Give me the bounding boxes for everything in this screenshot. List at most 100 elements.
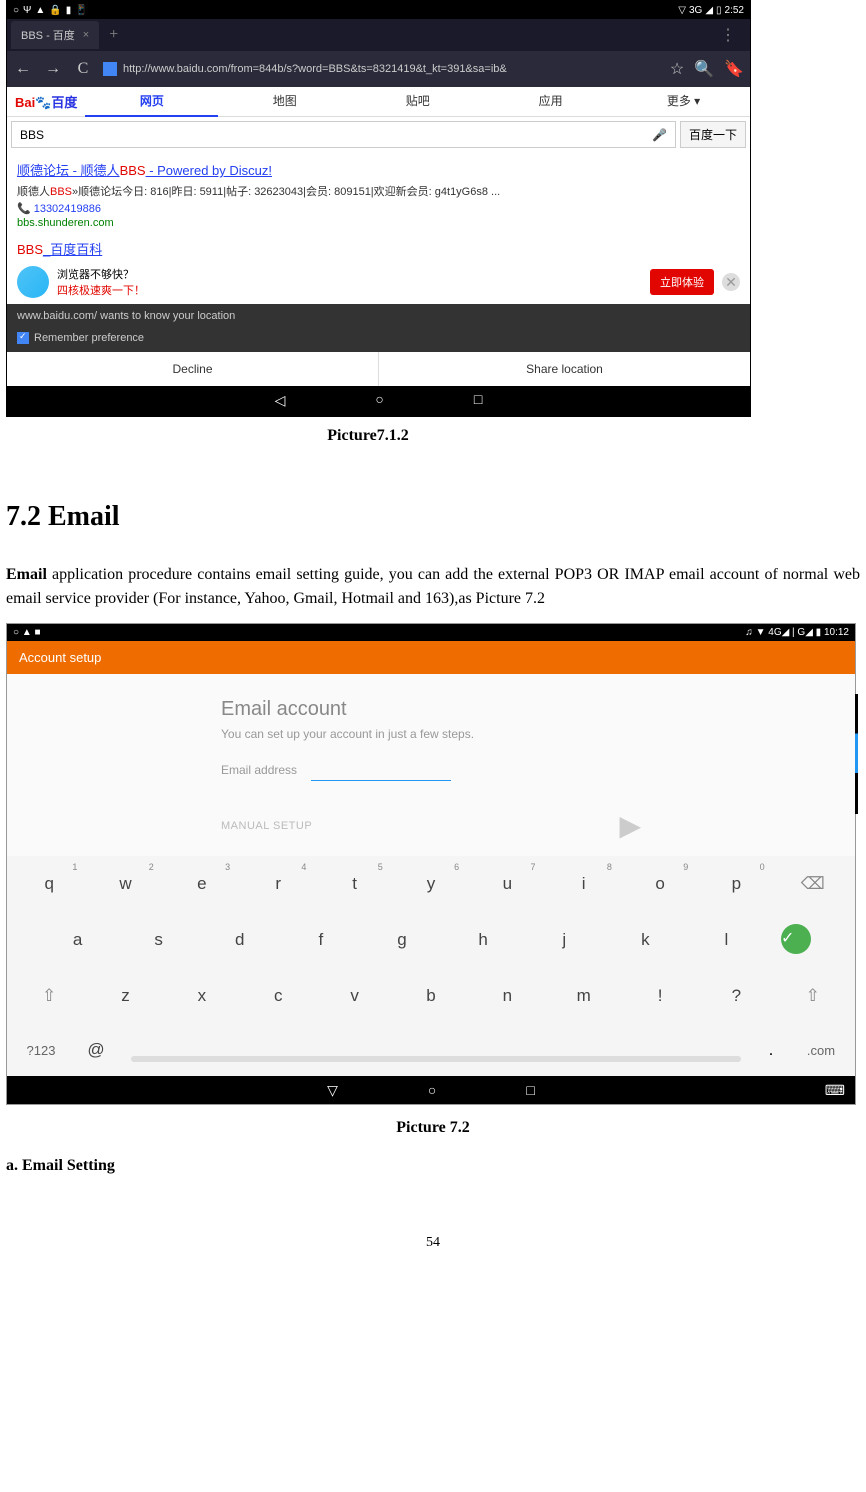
- search-value: BBS: [20, 128, 44, 142]
- tab-close-icon[interactable]: ×: [83, 29, 89, 41]
- keyboard: 1q 2w 3e 4r 5t 6y 7u 8i 9o 0p ⌫ a s d f …: [7, 856, 855, 1076]
- email-card: Email account You can set up your accoun…: [221, 698, 641, 842]
- baidu-search-input[interactable]: BBS 🎤: [11, 121, 676, 148]
- key-q[interactable]: 1q: [13, 862, 85, 906]
- key-z[interactable]: z: [89, 974, 161, 1018]
- key-h[interactable]: h: [445, 918, 522, 962]
- key-l[interactable]: l: [688, 918, 765, 962]
- key-space[interactable]: [131, 1056, 741, 1062]
- key-k[interactable]: k: [607, 918, 684, 962]
- nav-apps[interactable]: 应用: [484, 86, 617, 117]
- nav-recent-icon-2[interactable]: □: [526, 1082, 534, 1098]
- key-question[interactable]: ?: [700, 974, 772, 1018]
- search-result-2: BBS_百度百科: [7, 237, 750, 260]
- status-icon-lock: 🔒: [49, 5, 61, 16]
- location-prompt-text: www.baidu.com/ wants to know your locati…: [7, 304, 750, 328]
- location-buttons: Decline Share location: [7, 352, 750, 386]
- baidu-search-button[interactable]: 百度一下: [680, 121, 746, 148]
- share-location-button[interactable]: Share location: [379, 352, 750, 386]
- decline-button[interactable]: Decline: [7, 352, 379, 386]
- location-pref[interactable]: Remember preference: [7, 328, 750, 352]
- body-paragraph: Email application procedure contains ema…: [0, 563, 866, 611]
- result-1-title[interactable]: 顺德论坛 - 顺德人BBS - Powered by Discuz!: [17, 160, 740, 179]
- key-dotcom[interactable]: .com: [791, 1033, 851, 1068]
- back-button[interactable]: ←: [13, 60, 33, 78]
- email-address-input[interactable]: [311, 779, 451, 781]
- bookmark-icon[interactable]: 🔖: [724, 59, 744, 79]
- key-e[interactable]: 3e: [166, 862, 238, 906]
- star-icon[interactable]: ☆: [670, 59, 684, 79]
- nav-map[interactable]: 地图: [218, 86, 351, 117]
- browser-tab[interactable]: BBS - 百度 ×: [11, 21, 99, 49]
- key-c[interactable]: c: [242, 974, 314, 1018]
- email-setup-area: Email account You can set up your accoun…: [7, 674, 855, 856]
- result-1-phone[interactable]: 📞 13302419886: [17, 202, 740, 215]
- status-battery-icon: ▯: [716, 5, 722, 16]
- nav-home-icon[interactable]: ○: [375, 393, 383, 409]
- body-strong: Email: [6, 566, 47, 583]
- key-enter[interactable]: ✓: [781, 924, 811, 954]
- remember-checkbox[interactable]: [17, 332, 29, 344]
- key-at[interactable]: @: [71, 1040, 121, 1060]
- key-b[interactable]: b: [395, 974, 467, 1018]
- key-u[interactable]: 7u: [471, 862, 543, 906]
- key-w[interactable]: 2w: [89, 862, 161, 906]
- browser-promo: 浏览器不够快？ 四核极速爽一下！ 立即体验 ✕: [7, 260, 750, 304]
- nav-keyboard-icon[interactable]: ⌨: [825, 1082, 845, 1099]
- key-i[interactable]: 8i: [548, 862, 620, 906]
- key-p[interactable]: 0p: [700, 862, 772, 906]
- email-card-subtitle: You can set up your account in just a fe…: [221, 727, 641, 741]
- key-g[interactable]: g: [363, 918, 440, 962]
- baidu-header: Bai🐾百度 网页 地图 贴吧 应用 更多 ▾: [7, 87, 750, 117]
- chevron-down-icon: ▾: [694, 94, 700, 108]
- key-shift-right[interactable]: ⇧: [777, 974, 849, 1018]
- key-shift-left[interactable]: ⇧: [13, 974, 85, 1018]
- search-icon[interactable]: 🔍: [694, 59, 714, 79]
- android-nav-bar: ◁ ○ □: [7, 386, 750, 416]
- key-m[interactable]: m: [548, 974, 620, 1018]
- tab-menu-icon[interactable]: ⋮: [710, 25, 746, 45]
- key-t[interactable]: 5t: [318, 862, 390, 906]
- key-s[interactable]: s: [120, 918, 197, 962]
- key-d[interactable]: d: [201, 918, 278, 962]
- key-j[interactable]: j: [526, 918, 603, 962]
- key-x[interactable]: x: [166, 974, 238, 1018]
- next-button-icon[interactable]: ▶: [619, 809, 641, 842]
- nav-recent-icon[interactable]: □: [474, 393, 482, 409]
- nav-more[interactable]: 更多 ▾: [617, 86, 750, 117]
- nav-back-icon[interactable]: ◁: [275, 393, 286, 410]
- key-row-3: ⇧ z x c v b n m ! ? ⇧: [7, 968, 855, 1024]
- nav-home-icon-2[interactable]: ○: [428, 1082, 436, 1098]
- logo-paw-icon: 🐾: [35, 95, 51, 110]
- promo-try-button[interactable]: 立即体验: [650, 269, 714, 295]
- key-symbols[interactable]: ?123: [11, 1033, 71, 1068]
- location-prompt: www.baidu.com/ wants to know your locati…: [7, 304, 750, 386]
- key-exclaim[interactable]: !: [624, 974, 696, 1018]
- key-y[interactable]: 6y: [395, 862, 467, 906]
- key-n[interactable]: n: [471, 974, 543, 1018]
- key-backspace[interactable]: ⌫: [777, 862, 849, 906]
- key-f[interactable]: f: [282, 918, 359, 962]
- nav-tieba[interactable]: 贴吧: [351, 86, 484, 117]
- mic-icon[interactable]: 🎤: [652, 128, 667, 142]
- subheading-email-setting: a. Email Setting: [0, 1145, 866, 1187]
- nav-webpage[interactable]: 网页: [85, 86, 218, 117]
- forward-button[interactable]: →: [43, 60, 63, 78]
- key-v[interactable]: v: [318, 974, 390, 1018]
- promo-close-icon[interactable]: ✕: [722, 273, 740, 291]
- browser-tabs: BBS - 百度 × + ⋮: [7, 19, 750, 51]
- result-1-url[interactable]: bbs.shunderen.com: [17, 217, 740, 229]
- url-input[interactable]: http://www.baidu.com/from=844b/s?word=BB…: [103, 62, 660, 76]
- status-right: ▽ 3G ◢ ▯ 2:52: [678, 5, 744, 16]
- result-2-title[interactable]: BBS_百度百科: [17, 239, 740, 258]
- new-tab-button[interactable]: +: [109, 26, 118, 44]
- baidu-logo[interactable]: Bai🐾百度: [7, 92, 85, 111]
- key-dot[interactable]: .: [751, 1030, 791, 1070]
- key-o[interactable]: 9o: [624, 862, 696, 906]
- key-r[interactable]: 4r: [242, 862, 314, 906]
- reload-button[interactable]: C: [73, 60, 93, 78]
- nav-back-icon-2[interactable]: ▽: [327, 1082, 338, 1099]
- caption-2: Picture 7.2: [0, 1105, 866, 1145]
- key-a[interactable]: a: [39, 918, 116, 962]
- manual-setup-button[interactable]: MANUAL SETUP: [221, 820, 312, 832]
